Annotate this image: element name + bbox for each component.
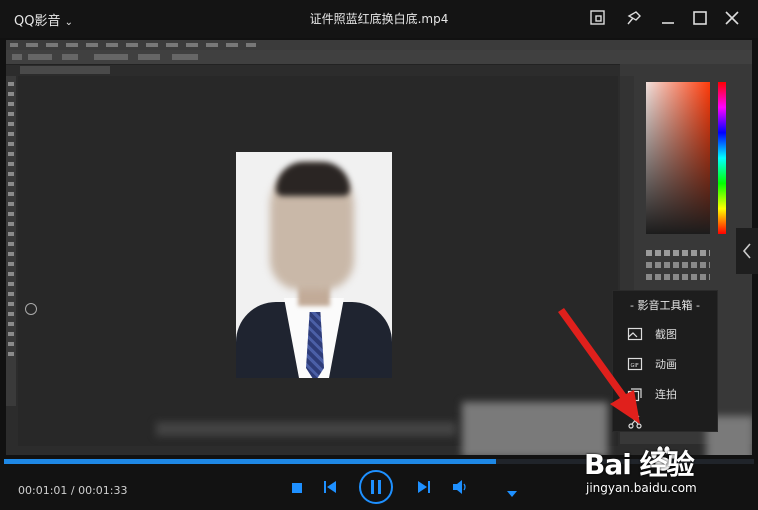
side-panel-toggle[interactable] (736, 228, 758, 274)
watermark-brand: Bai 经验 (584, 448, 695, 481)
ps-swatch-row (646, 274, 710, 280)
next-button[interactable] (416, 479, 432, 495)
watermark: Bai 经验 jingyan.baidu.com (584, 443, 754, 503)
ps-swatch-row (646, 250, 710, 256)
red-arrow-annotation (558, 308, 640, 424)
time-display: 00:01:01 / 00:01:33 (18, 484, 128, 497)
pause-button[interactable] (358, 469, 394, 505)
ps-toolbar (6, 76, 16, 406)
ps-panel-icons (620, 76, 634, 306)
video-player-window: QQ影音 ⌄ 证件照蓝红底换白底.mp4 - 影音工具箱 - 截图 GIF 动画… (0, 0, 758, 510)
zoom-indicator-icon (25, 303, 37, 315)
id-photo (236, 152, 392, 378)
window-title: 证件照蓝红底换白底.mp4 (309, 12, 449, 26)
pause-icon (359, 470, 393, 504)
color-picker (646, 82, 710, 234)
stop-button[interactable] (290, 480, 304, 494)
title-bar: QQ影音 ⌄ 证件照蓝红底换白底.mp4 (0, 0, 758, 38)
more-icon (507, 491, 517, 497)
next-icon (418, 481, 430, 493)
ps-document-tab (20, 66, 110, 74)
watermark-url: jingyan.baidu.com (586, 481, 697, 495)
minimize-icon[interactable] (658, 8, 678, 28)
volume-icon (453, 480, 466, 494)
ps-swatch-row (646, 262, 710, 268)
screenshot-icon[interactable] (588, 8, 608, 28)
hue-slider (718, 82, 726, 234)
ps-menubar (6, 40, 752, 50)
toolbox-item-label: 连拍 (655, 388, 677, 401)
close-icon[interactable] (722, 8, 742, 28)
previous-button[interactable] (322, 479, 338, 495)
more-button[interactable] (506, 484, 518, 497)
ps-options-bar (6, 50, 752, 65)
toolbox-item-label: 动画 (655, 358, 677, 371)
previous-icon (324, 481, 336, 493)
maximize-icon[interactable] (690, 8, 710, 28)
volume-button[interactable] (452, 479, 468, 495)
pin-icon[interactable] (624, 8, 644, 28)
blurred-subtitle (156, 422, 456, 436)
toolbox-item-label: 截图 (655, 328, 677, 341)
stop-icon (292, 483, 302, 493)
